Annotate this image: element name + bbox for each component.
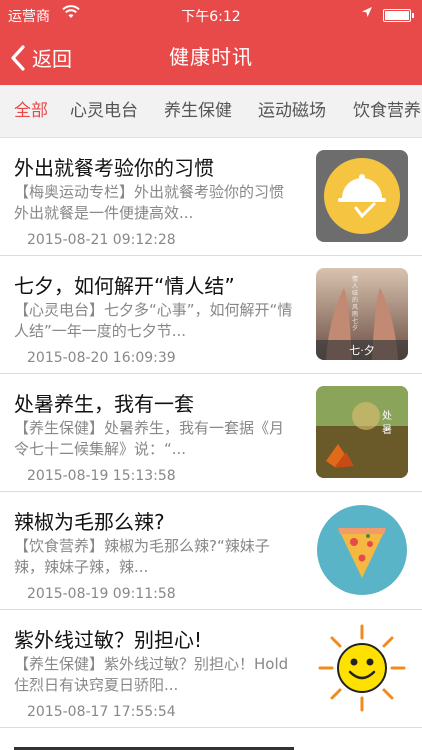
smiling-sun-icon [316, 622, 408, 714]
article-title: 外出就餐考验你的习惯 [14, 156, 214, 180]
tab-diet[interactable]: 饮食营养 [353, 85, 421, 137]
article-summary: 【养生保健】紫外线过敏？别担心！Hold住烈日有诀窍夏日骄阳... [14, 655, 289, 694]
article-title: 紫外线过敏？别担心! [14, 628, 203, 652]
dining-cloche-icon [316, 150, 408, 242]
article-item[interactable]: 紫外线过敏？别担心! 【养生保健】紫外线过敏？别担心！Hold住烈日有诀窍夏日骄… [0, 610, 422, 728]
article-title: 辣椒为毛那么辣? [14, 510, 165, 534]
article-summary: 【养生保健】处暑养生，我有一套据《月令七十二候集解》说：“... [14, 419, 285, 458]
thumb-vertical-text: 情人结的风雨七夕 [352, 276, 359, 332]
tab-sports[interactable]: 运动磁场 [258, 85, 326, 137]
thumb-caption: 七·夕 [349, 344, 375, 357]
article-item[interactable]: 处暑养生，我有一套 【养生保健】处暑养生，我有一套据《月令七十二候集解》说：“.… [0, 374, 422, 492]
qixi-photo: 七·夕 情人结的风雨七夕 [316, 268, 408, 360]
battery-icon [383, 9, 414, 22]
article-date: 2015-08-19 15:13:58 [27, 468, 176, 484]
article-summary: 【饮食营养】辣椒为毛那么辣?“辣妹子辣，辣妹子辣，辣... [14, 537, 270, 576]
article-title: 七夕，如何解开“情人结” [14, 274, 235, 298]
category-tabs[interactable]: 全部 心灵电台 养生保健 运动磁场 饮食营养 [0, 85, 422, 138]
article-title: 处暑养生，我有一套 [14, 392, 194, 416]
tab-all[interactable]: 全部 [14, 85, 48, 137]
autumn-leaves-photo: 处暑 [316, 386, 408, 478]
pizza-slice-icon [316, 504, 408, 596]
article-date: 2015-08-20 16:09:39 [27, 350, 176, 366]
nav-bar: 返回 健康时讯 [0, 30, 422, 85]
article-item[interactable]: 七夕，如何解开“情人结” 【心灵电台】七夕多“心事”，如何解开“情人结”一年一度… [0, 256, 422, 374]
article-date: 2015-08-17 17:55:54 [27, 704, 176, 720]
article-item[interactable]: 辣椒为毛那么辣? 【饮食营养】辣椒为毛那么辣?“辣妹子辣，辣妹子辣，辣... 2… [0, 492, 422, 610]
tab-health-care[interactable]: 养生保健 [164, 85, 232, 137]
article-summary: 【梅奥运动专栏】外出就餐考验你的习惯外出就餐是一件便捷高效... [14, 183, 285, 222]
next-item-peek [14, 730, 314, 750]
location-arrow-icon [361, 6, 373, 22]
thumb-caption: 处暑 [382, 411, 392, 436]
tab-mind-radio[interactable]: 心灵电台 [70, 85, 138, 137]
article-date: 2015-08-21 09:12:28 [27, 232, 176, 248]
article-summary: 【心灵电台】七夕多“心事”，如何解开“情人结”一年一度的七夕节... [14, 301, 293, 340]
status-bar: 运营商 下午6:12 [0, 0, 422, 30]
article-date: 2015-08-19 09:11:58 [27, 586, 176, 602]
page-title: 健康时讯 [169, 45, 253, 69]
status-time: 下午6:12 [181, 9, 241, 25]
article-item[interactable]: 外出就餐考验你的习惯 【梅奥运动专栏】外出就餐考验你的习惯外出就餐是一件便捷高效… [0, 138, 422, 256]
